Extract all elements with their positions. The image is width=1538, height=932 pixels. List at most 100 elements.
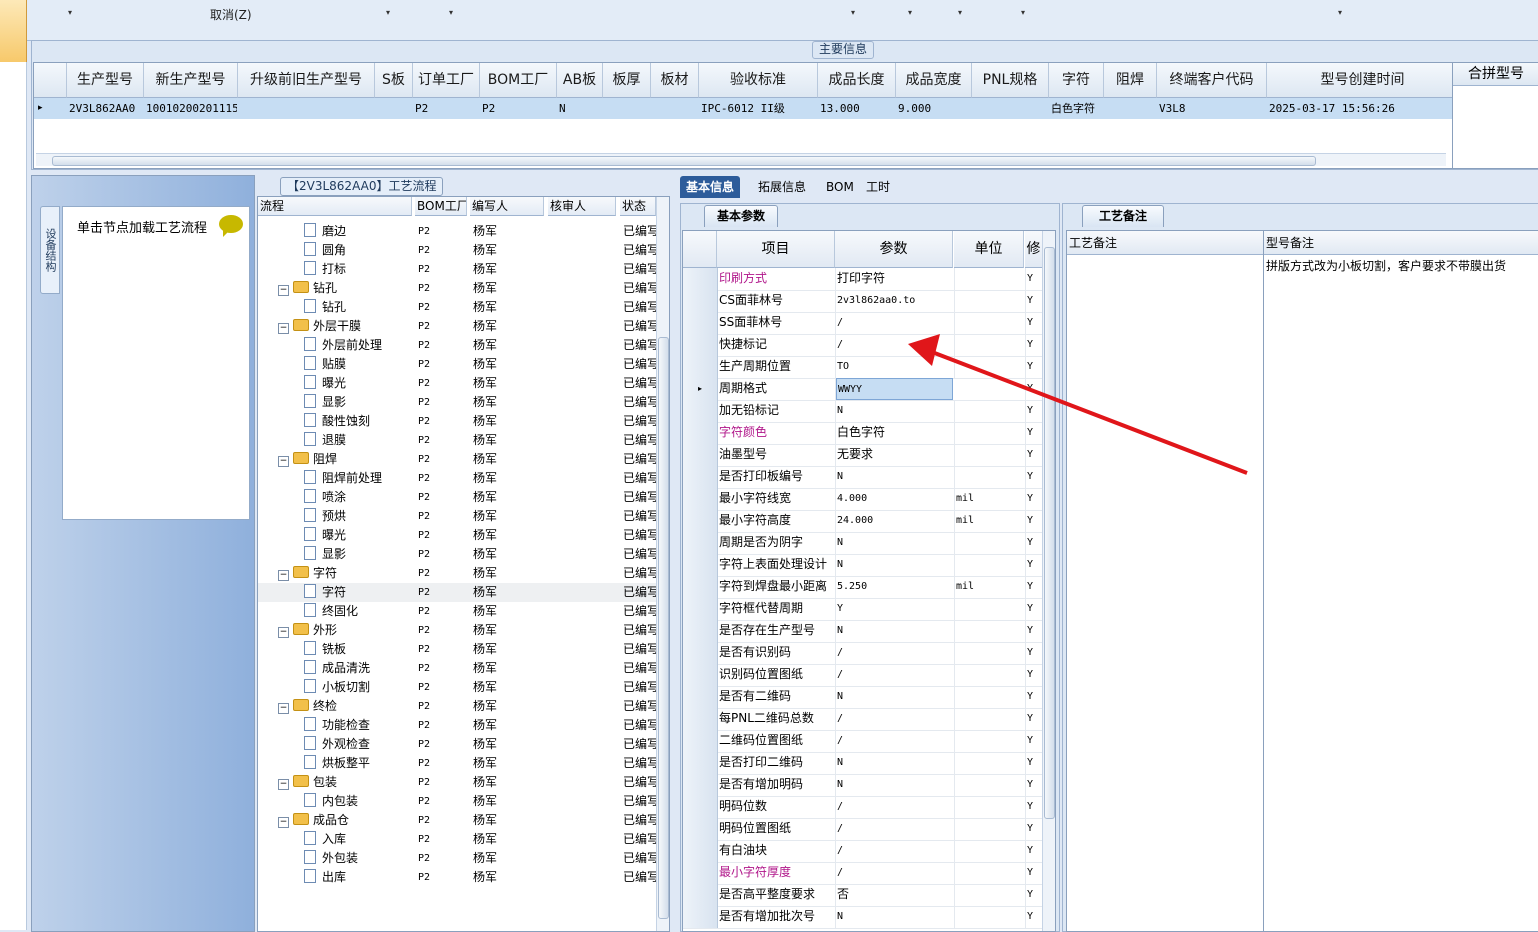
scrollbar-thumb[interactable]: [52, 156, 1316, 166]
table-cell[interactable]: [972, 98, 1048, 119]
dropdown-arrow-icon[interactable]: ▾: [386, 8, 390, 17]
param-row[interactable]: 是否有二维码 N Y: [683, 686, 1043, 709]
tab-work-hours[interactable]: 工时: [860, 176, 896, 198]
tab-process-notes[interactable]: 工艺备注: [1082, 205, 1165, 227]
param-row[interactable]: 二维码位置图纸 / Y: [683, 730, 1043, 753]
param-value[interactable]: N: [836, 554, 955, 576]
tree-row[interactable]: − 钻孔 P2 杨军 已编写: [258, 279, 656, 298]
tree-node[interactable]: − 外层干膜: [278, 317, 418, 336]
tree-row[interactable]: − 字符 P2 杨军 已编写: [258, 564, 656, 583]
param-value[interactable]: /: [836, 664, 955, 686]
tree-row[interactable]: 酸性蚀刻 P2 杨军 已编写: [258, 412, 656, 431]
tree-row[interactable]: 曝光 P2 杨军 已编写: [258, 526, 656, 545]
vertical-scrollbar[interactable]: [656, 197, 669, 931]
tree-row[interactable]: 外层前处理 P2 杨军 已编写: [258, 336, 656, 355]
collapse-toggle-icon[interactable]: −: [278, 456, 289, 467]
param-row[interactable]: 识别码位置图纸 / Y: [683, 664, 1043, 687]
param-value[interactable]: 24.000: [836, 510, 955, 532]
tree-row[interactable]: 圆角 P2 杨军 已编写: [258, 241, 656, 260]
table-cell[interactable]: [651, 98, 698, 119]
table-cell[interactable]: [1104, 98, 1156, 119]
tree-row[interactable]: 退膜 P2 杨军 已编写: [258, 431, 656, 450]
param-value[interactable]: N: [836, 906, 955, 928]
tree-row[interactable]: 曝光 P2 杨军 已编写: [258, 374, 656, 393]
tree-row[interactable]: − 包装 P2 杨军 已编写: [258, 773, 656, 792]
param-value[interactable]: 2v3l862aa0.to: [836, 290, 955, 312]
param-value[interactable]: 5.250: [836, 576, 955, 598]
tree-row[interactable]: 磨边 P2 杨军 已编写: [258, 222, 656, 241]
tree-node[interactable]: − 终检: [278, 697, 418, 716]
tree-row[interactable]: − 外层干膜 P2 杨军 已编写: [258, 317, 656, 336]
column-header[interactable]: 板材: [651, 63, 699, 98]
tree-node[interactable]: − 阻焊: [278, 450, 418, 469]
param-value[interactable]: N: [836, 532, 955, 554]
tree-row[interactable]: 出库 P2 杨军 已编写: [258, 868, 656, 887]
cancel-button[interactable]: 取消(Z): [210, 6, 252, 23]
param-value[interactable]: /: [836, 840, 955, 862]
horizontal-scrollbar[interactable]: [36, 153, 1446, 166]
param-value[interactable]: 打印字符: [836, 268, 955, 290]
table-cell[interactable]: [603, 98, 650, 119]
table-cell[interactable]: 白色字符: [1049, 98, 1103, 119]
collapse-toggle-icon[interactable]: −: [278, 779, 289, 790]
column-header[interactable]: 字符: [1049, 63, 1104, 98]
param-value[interactable]: N: [836, 752, 955, 774]
table-cell[interactable]: P2: [413, 98, 479, 119]
param-row[interactable]: 字符框代替周期 Y Y: [683, 598, 1043, 621]
param-row[interactable]: 是否高平整度要求否 Y: [683, 884, 1043, 907]
collapse-toggle-icon[interactable]: −: [278, 570, 289, 581]
dropdown-arrow-icon[interactable]: ▾: [1338, 8, 1342, 17]
tree-row[interactable]: 小板切割 P2 杨军 已编写: [258, 678, 656, 697]
column-header[interactable]: BOM工厂: [480, 63, 557, 98]
tree-row[interactable]: − 阻焊 P2 杨军 已编写: [258, 450, 656, 469]
column-header[interactable]: 成品宽度: [896, 63, 972, 98]
column-header[interactable]: 新生产型号: [144, 63, 238, 98]
tab-basic-params[interactable]: 基本参数: [704, 205, 779, 227]
column-header[interactable]: PNL规格: [972, 63, 1049, 98]
param-row[interactable]: 是否存在生产型号 N Y: [683, 620, 1043, 643]
tree-row[interactable]: 终固化 P2 杨军 已编写: [258, 602, 656, 621]
tree-row[interactable]: − 终检 P2 杨军 已编写: [258, 697, 656, 716]
equipment-structure-tab[interactable]: 设备结构: [40, 206, 60, 294]
tree-row[interactable]: 显影 P2 杨军 已编写: [258, 393, 656, 412]
tree-row[interactable]: 打标 P2 杨军 已编写: [258, 260, 656, 279]
table-cell[interactable]: 2V3L862AA0: [67, 98, 143, 119]
scrollbar-thumb[interactable]: [658, 337, 669, 919]
table-row[interactable]: ▸ 2V3L862AA0 10010200201115 P2 P2 N IPC-6012 I…: [34, 98, 1452, 119]
param-row[interactable]: 是否有增加批次号 N Y: [683, 906, 1043, 929]
collapse-toggle-icon[interactable]: −: [278, 323, 289, 334]
tree-row[interactable]: 入库 P2 杨军 已编写: [258, 830, 656, 849]
param-row[interactable]: 是否打印二维码 N Y: [683, 752, 1043, 775]
param-row[interactable]: 是否有增加明码 N Y: [683, 774, 1043, 797]
tree-row[interactable]: 成品清洗 P2 杨军 已编写: [258, 659, 656, 678]
column-header[interactable]: 板厚: [603, 63, 651, 98]
tree-node[interactable]: − 字符: [278, 564, 418, 583]
column-header[interactable]: 终端客户代码: [1157, 63, 1267, 98]
tree-row[interactable]: 铣板 P2 杨军 已编写: [258, 640, 656, 659]
dropdown-arrow-icon[interactable]: ▾: [449, 8, 453, 17]
param-value[interactable]: /: [836, 796, 955, 818]
param-row[interactable]: 每PNL二维码总数 / Y: [683, 708, 1043, 731]
table-cell[interactable]: [238, 98, 374, 119]
tree-row[interactable]: 贴膜 P2 杨军 已编写: [258, 355, 656, 374]
collapse-toggle-icon[interactable]: −: [278, 627, 289, 638]
tree-node[interactable]: − 钻孔: [278, 279, 418, 298]
param-row[interactable]: 周期是否为阴字 N Y: [683, 532, 1043, 555]
column-header[interactable]: 验收标准: [699, 63, 818, 98]
table-cell[interactable]: IPC-6012 II级: [699, 98, 817, 119]
column-header[interactable]: 阻焊: [1104, 63, 1157, 98]
param-row[interactable]: 是否有识别码 / Y: [683, 642, 1043, 665]
dropdown-arrow-icon[interactable]: ▾: [1021, 8, 1025, 17]
collapse-toggle-icon[interactable]: −: [278, 285, 289, 296]
tree-column-header[interactable]: 核审人: [548, 197, 616, 216]
column-header[interactable]: 成品长度: [818, 63, 896, 98]
table-cell[interactable]: [375, 98, 412, 119]
table-cell[interactable]: V3L8: [1157, 98, 1266, 119]
param-value[interactable]: 4.000: [836, 488, 955, 510]
tab-basic-info[interactable]: 基本信息: [680, 176, 741, 198]
param-row[interactable]: 印刷方式 打印字符 Y: [683, 268, 1043, 291]
param-row[interactable]: 字符到焊盘最小距离 5.250 mil Y: [683, 576, 1043, 599]
column-header[interactable]: 订单工厂: [413, 63, 480, 98]
param-value[interactable]: /: [836, 708, 955, 730]
tree-row[interactable]: − 外形 P2 杨军 已编写: [258, 621, 656, 640]
